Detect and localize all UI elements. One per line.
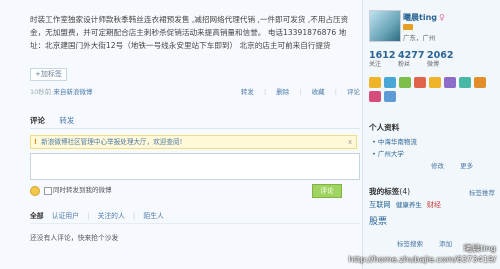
- medal-icon[interactable]: [444, 77, 456, 88]
- tag-finance[interactable]: 财经: [427, 201, 441, 209]
- favorite-link[interactable]: 收藏: [312, 88, 325, 96]
- filter-strangers[interactable]: 陌生人: [143, 212, 163, 220]
- notice-icon: !: [34, 138, 38, 146]
- tag-row: 股票: [369, 214, 387, 227]
- no-comments-text: 还没有人评论，快来抢个沙发: [30, 234, 119, 242]
- divider: |: [299, 88, 302, 96]
- post-text: 时装工作室独家设计师款秋季韩丝连衣裙预发售 ,减招网络代理代销 ,一件即可发货 …: [30, 15, 349, 50]
- medal-icon[interactable]: [384, 91, 396, 102]
- comment-input[interactable]: [30, 153, 360, 180]
- medal-icon[interactable]: [369, 77, 381, 88]
- more-info-link[interactable]: 更多: [460, 162, 473, 170]
- watermark-name: 曦晨ting: [463, 243, 496, 253]
- info-actions: 修改 更多: [431, 160, 473, 170]
- close-icon[interactable]: x: [348, 136, 352, 148]
- divider: |: [334, 88, 337, 96]
- stat-following[interactable]: 1612 关注: [369, 50, 395, 69]
- comment-filter: 全部 认证用户 | 关注的人 | 陌生人: [30, 210, 360, 224]
- stat-label: 微博: [427, 61, 440, 68]
- vip-badge-icon: [403, 24, 413, 30]
- edit-info-link[interactable]: 修改: [431, 162, 444, 170]
- profile-name[interactable]: 曦晨ting: [403, 13, 437, 22]
- profile-name-row: 曦晨ting ♀: [403, 12, 445, 23]
- add-tag-button[interactable]: +加标签: [30, 68, 67, 81]
- post-meta: 10秒前 来自新浪微博 转发 | 删除 | 收藏 | 评论: [30, 86, 360, 98]
- tab-reposts[interactable]: 转发: [59, 114, 74, 128]
- medal-icon[interactable]: [414, 77, 426, 88]
- stat-value: 2062: [427, 50, 454, 61]
- filter-verified[interactable]: 认证用户: [52, 212, 79, 220]
- filter-following[interactable]: 关注的人: [98, 212, 125, 220]
- medal-grid: [369, 77, 494, 107]
- tag-stocks[interactable]: 股票: [369, 217, 387, 227]
- info-company-text[interactable]: 中海华南物流: [378, 138, 417, 146]
- medal-icon[interactable]: [459, 77, 471, 88]
- medal-icon[interactable]: [384, 77, 396, 88]
- medal-icon[interactable]: [429, 77, 441, 88]
- post-time: 10秒前: [30, 88, 52, 96]
- filter-all[interactable]: 全部: [30, 212, 44, 220]
- info-school-text[interactable]: 广州大学: [378, 150, 404, 158]
- comment-submit-button[interactable]: 评论: [312, 184, 342, 198]
- repost-checkbox-label: 同时转发到我的微博: [53, 186, 112, 194]
- repost-link[interactable]: 转发: [241, 88, 254, 96]
- info-school: • 广州大学: [372, 150, 404, 158]
- stat-label: 关注: [369, 61, 382, 68]
- my-tags-count: (4): [399, 187, 411, 196]
- divider: |: [264, 88, 267, 96]
- female-icon: ♀: [439, 13, 445, 22]
- stat-value: 4277: [398, 50, 425, 61]
- info-company: • 中海华南物流: [372, 138, 417, 146]
- avatar[interactable]: [369, 10, 401, 42]
- post-source: 10秒前 来自新浪微博: [30, 86, 92, 98]
- divider: |: [132, 212, 136, 220]
- stat-label: 粉丝: [398, 61, 411, 68]
- comment-link[interactable]: 评论: [347, 88, 360, 96]
- watermark-url: http://home.zhubajie.com/6373419/: [348, 254, 496, 264]
- repost-checkbox[interactable]: [44, 187, 52, 195]
- divider: |: [87, 212, 90, 220]
- medal-icon[interactable]: [399, 77, 411, 88]
- emoji-icon[interactable]: [30, 186, 40, 196]
- stat-posts[interactable]: 2062 微博: [427, 50, 453, 69]
- comment-toolbar: 同时转发到我的微博 评论: [30, 184, 360, 198]
- notice-bar: ! 新浪微博社区管理中心举报处理大厅，欢迎查阅! x: [30, 135, 357, 149]
- personal-info-title: 个人资料: [369, 123, 400, 132]
- tag-internet[interactable]: 互联网: [369, 200, 391, 209]
- comment-tabs: 评论 转发: [30, 114, 360, 129]
- notice-link[interactable]: 新浪微博社区管理中心举报处理大厅，欢迎查阅!: [41, 138, 182, 146]
- tab-comments[interactable]: 评论: [30, 114, 45, 128]
- my-tags-label: 我的标签: [369, 187, 400, 196]
- watermark: 曦晨ting http://home.zhubajie.com/6373419/: [349, 243, 496, 265]
- profile-location: 广东，广州: [403, 34, 436, 42]
- medal-icon[interactable]: [474, 77, 486, 88]
- post-source-link[interactable]: 来自新浪微博: [53, 88, 92, 96]
- medal-icon[interactable]: [369, 91, 381, 102]
- delete-link[interactable]: 删除: [276, 88, 289, 96]
- tag-row: 互联网 健康养生 财经: [369, 199, 441, 210]
- profile-sidebar: 曦晨ting ♀ 广东，广州 1612 关注 4277 粉丝 2062 微博 个人…: [362, 0, 500, 269]
- stat-followers[interactable]: 4277 粉丝: [398, 50, 424, 69]
- stat-value: 1612: [369, 50, 396, 61]
- tag-health[interactable]: 健康养生: [396, 201, 422, 209]
- post-actions: 转发 | 删除 | 收藏 | 评论: [233, 86, 360, 98]
- my-tags-title: 我的标签(4): [369, 186, 410, 197]
- tag-recommend-link[interactable]: 标签推荐: [469, 187, 495, 197]
